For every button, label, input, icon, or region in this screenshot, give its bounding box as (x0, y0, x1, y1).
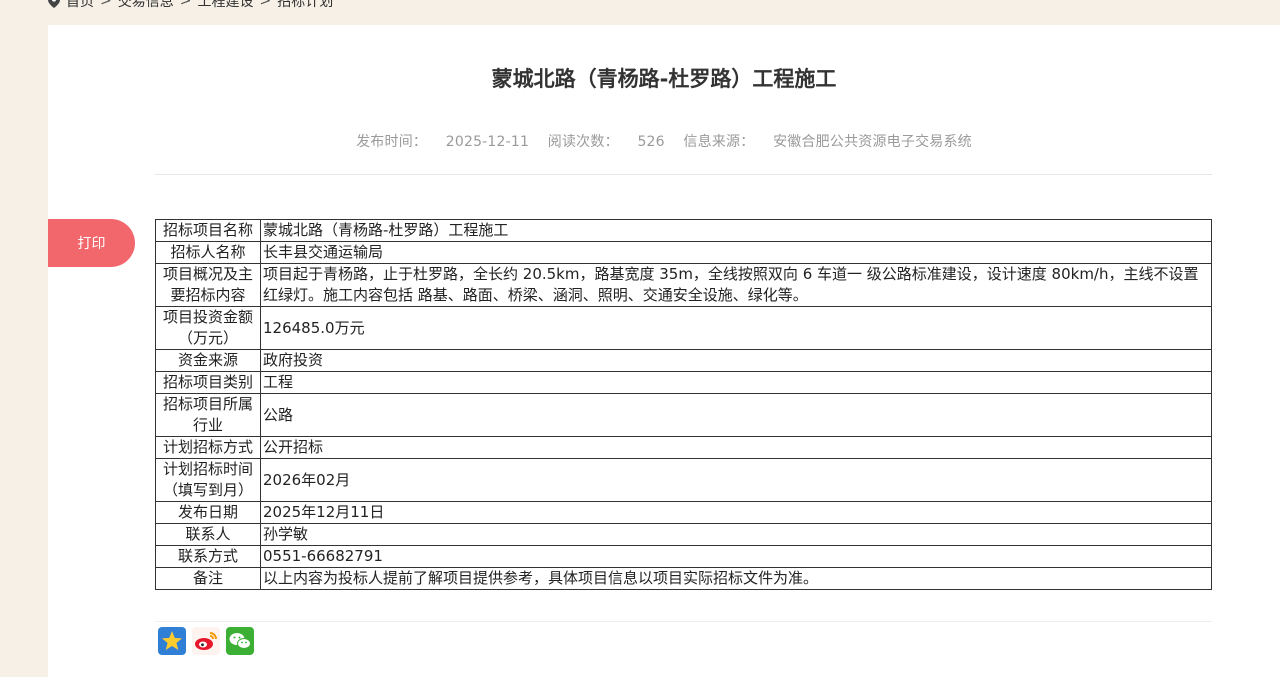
print-button[interactable]: 打印 (48, 219, 135, 267)
breadcrumb-sep: > (100, 0, 112, 9)
table-row: 招标项目名称 蒙城北路（青杨路-杜罗路）工程施工 (155, 219, 1212, 242)
row-value: 以上内容为投标人提前了解项目提供参考，具体项目信息以项目实际招标文件为准。 (260, 567, 1212, 590)
table-row: 发布日期 2025年12月11日 (155, 501, 1212, 524)
table-row: 备注 以上内容为投标人提前了解项目提供参考，具体项目信息以项目实际招标文件为准。 (155, 567, 1212, 590)
row-value: 政府投资 (260, 349, 1212, 372)
row-value: 2026年02月 (260, 458, 1212, 502)
content-panel: 蒙城北路（青杨路-杜罗路）工程施工 发布时间： 2025-12-11 阅读次数：… (48, 25, 1280, 677)
table-row: 计划招标时间（填写到月） 2026年02月 (155, 458, 1212, 502)
table-row: 联系方式 0551-66682791 (155, 545, 1212, 568)
breadcrumb-home[interactable]: 首页 (66, 0, 94, 11)
breadcrumb-sep: > (179, 0, 192, 9)
row-key: 招标项目所属行业 (155, 393, 261, 437)
row-key: 备注 (155, 567, 261, 590)
row-key: 计划招标方式 (155, 436, 261, 459)
row-key: 招标人名称 (155, 241, 261, 264)
breadcrumb-sep: > (259, 0, 272, 9)
table-row: 项目投资金额（万元） 126485.0万元 (155, 306, 1212, 350)
row-value: 2025年12月11日 (260, 501, 1212, 524)
row-value: 项目起于青杨路，止于杜罗路，全长约 20.5km，路基宽度 35m，全线按照双向… (260, 263, 1212, 307)
table-row: 招标项目类别 工程 (155, 371, 1212, 394)
row-key: 项目概况及主要招标内容 (155, 263, 261, 307)
page-title: 蒙城北路（青杨路-杜罗路）工程施工 (491, 67, 837, 91)
share-bar (158, 627, 254, 655)
table-row: 招标项目所属行业 公路 (155, 393, 1212, 437)
weibo-icon[interactable] (192, 627, 220, 655)
qzone-icon[interactable] (158, 627, 186, 655)
row-key: 发布日期 (155, 501, 261, 524)
row-value: 0551-66682791 (260, 545, 1212, 568)
table-row: 资金来源 政府投资 (155, 349, 1212, 372)
row-key: 招标项目类别 (155, 371, 261, 394)
breadcrumb-bid-plan[interactable]: 招标计划 (277, 0, 333, 11)
row-key: 项目投资金额（万元） (155, 306, 261, 350)
row-value: 蒙城北路（青杨路-杜罗路）工程施工 (260, 219, 1212, 242)
row-value: 工程 (260, 371, 1212, 394)
read-count-label: 阅读次数： (547, 134, 619, 150)
breadcrumb-trade-info[interactable]: 交易信息 (118, 0, 174, 11)
bid-info-table: 招标项目名称 蒙城北路（青杨路-杜罗路）工程施工 招标人名称 长丰县交通运输局 项目概况… (155, 219, 1212, 590)
read-count: 526 (637, 134, 665, 150)
article-meta: 发布时间： 2025-12-11 阅读次数： 526 信息来源： 安徽合肥公共资… (48, 131, 1280, 151)
row-value: 126485.0万元 (260, 306, 1212, 350)
breadcrumb-engineering[interactable]: 工程建设 (197, 0, 253, 11)
row-key: 招标项目名称 (155, 219, 261, 242)
row-value: 孙学敏 (260, 523, 1212, 546)
wechat-icon[interactable] (226, 627, 254, 655)
row-value: 长丰县交通运输局 (260, 241, 1212, 264)
location-pin-icon (48, 0, 60, 8)
footer-divider (155, 621, 1212, 622)
row-key: 联系方式 (155, 545, 261, 568)
row-key: 联系人 (155, 523, 261, 546)
publish-label: 发布时间： (356, 134, 428, 150)
publish-date: 2025-12-11 (445, 134, 530, 150)
table-row: 联系人 孙学敏 (155, 523, 1212, 546)
source-value: 安徽合肥公共资源电子交易系统 (773, 134, 972, 150)
row-key: 计划招标时间（填写到月） (155, 458, 261, 502)
table-row: 项目概况及主要招标内容 项目起于青杨路，止于杜罗路，全长约 20.5km，路基宽度… (155, 263, 1212, 307)
row-key: 资金来源 (155, 349, 261, 372)
table-row: 招标人名称 长丰县交通运输局 (155, 241, 1212, 264)
table-row: 计划招标方式 公开招标 (155, 436, 1212, 459)
row-value: 公开招标 (260, 436, 1212, 459)
breadcrumb: 首页 > 交易信息 > 工程建设 > 招标计划 (48, 0, 333, 11)
row-value: 公路 (260, 393, 1212, 437)
source-label: 信息来源： (683, 134, 755, 150)
meta-divider (155, 174, 1212, 175)
